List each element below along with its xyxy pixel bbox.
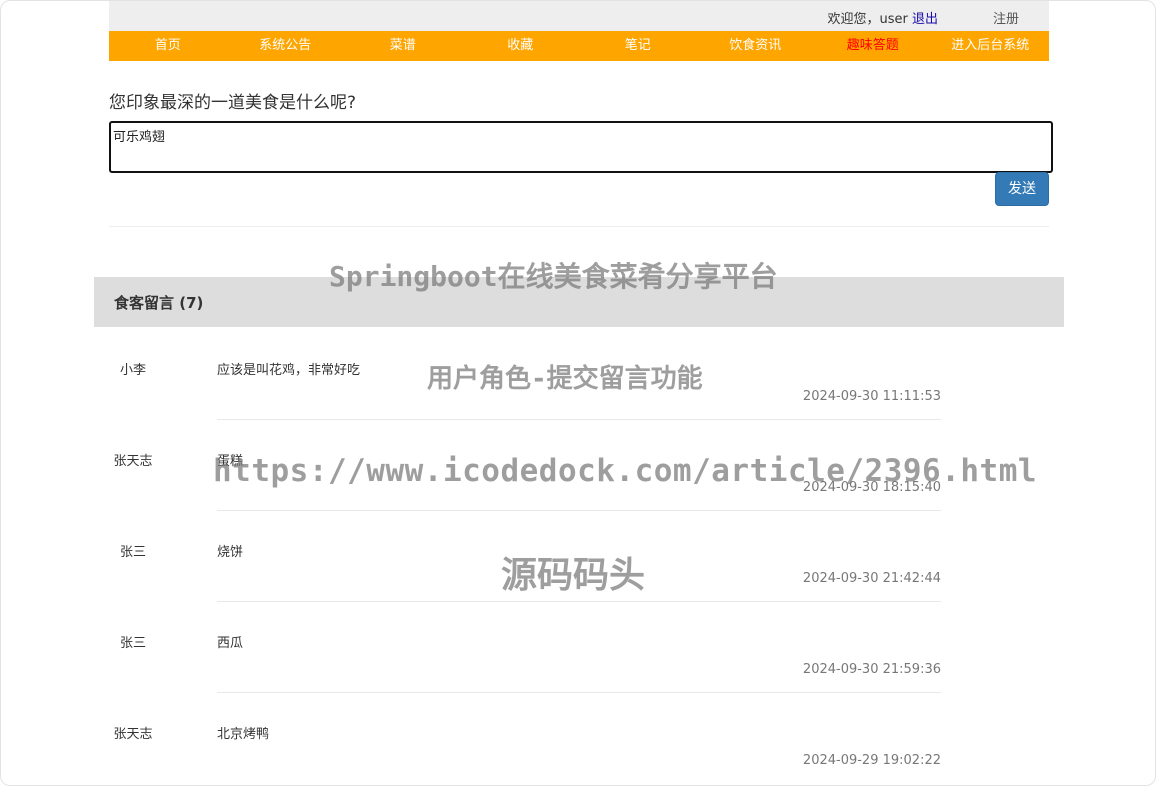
welcome-label: 欢迎您，user [827,12,908,27]
nav-diet-news[interactable]: 饮食资讯 [697,31,815,61]
comment-item: 张天志 北京烤鸭 2024-09-29 19:02:22 [1,723,1155,785]
nav-home[interactable]: 首页 [109,31,227,61]
comment-content: 北京烤鸭 [217,727,270,742]
comment-author: 张天志 [113,454,153,469]
comment-divider [217,419,941,420]
nav-recipes[interactable]: 菜谱 [344,31,462,61]
nav-admin[interactable]: 进入后台系统 [932,31,1050,61]
comment-divider [217,692,941,693]
comment-time: 2024-09-30 11:11:53 [802,389,941,404]
comment-content: 烧饼 [217,545,244,560]
page-frame: 欢迎您，user 退出 注册 首页 系统公告 菜谱 收藏 笔记 饮食资讯 趣味答… [0,0,1156,786]
welcome-text: 欢迎您，user 退出 [827,8,938,27]
nav-quiz[interactable]: 趣味答题 [814,31,932,61]
comment-item: 张三 烧饼 2024-09-30 21:42:44 [1,541,1155,632]
main-nav: 首页 系统公告 菜谱 收藏 笔记 饮食资讯 趣味答题 进入后台系统 [109,31,1049,61]
register-link[interactable]: 注册 [993,8,1019,27]
comment-author: 小李 [119,363,146,378]
comment-author: 张三 [119,545,146,560]
question-heading: 您印象最深的一道美食是什么呢? [109,93,357,113]
comment-time: 2024-09-30 21:59:36 [802,662,941,677]
comment-divider [217,510,941,511]
comment-item: 小李 应该是叫花鸡，非常好吃 2024-09-30 11:11:53 [1,359,1155,450]
message-input[interactable]: 可乐鸡翅 [109,121,1053,173]
comments-header: 食客留言 (7) [94,277,1064,327]
comment-time: 2024-09-30 21:42:44 [802,571,941,586]
comment-time: 2024-09-29 19:02:22 [802,753,941,768]
nav-notes[interactable]: 笔记 [579,31,697,61]
comment-item: 张天志 蛋糕 2024-09-30 18:15:40 [1,450,1155,541]
logout-link[interactable]: 退出 [912,12,938,27]
comment-item: 张三 西瓜 2024-09-30 21:59:36 [1,632,1155,723]
comment-content: 应该是叫花鸡，非常好吃 [217,363,361,378]
comment-author: 张天志 [113,727,153,742]
nav-favorites[interactable]: 收藏 [462,31,580,61]
comment-divider [217,601,941,602]
comment-author: 张三 [119,636,146,651]
comments-title: 食客留言 (7) [114,294,204,312]
comment-time: 2024-09-30 18:15:40 [802,480,941,495]
divider [109,226,1049,227]
comment-content: 西瓜 [217,636,244,651]
send-button[interactable]: 发送 [995,172,1049,206]
nav-announcements[interactable]: 系统公告 [227,31,345,61]
comment-content: 蛋糕 [217,454,244,469]
top-bar: 欢迎您，user 退出 注册 [109,1,1049,31]
